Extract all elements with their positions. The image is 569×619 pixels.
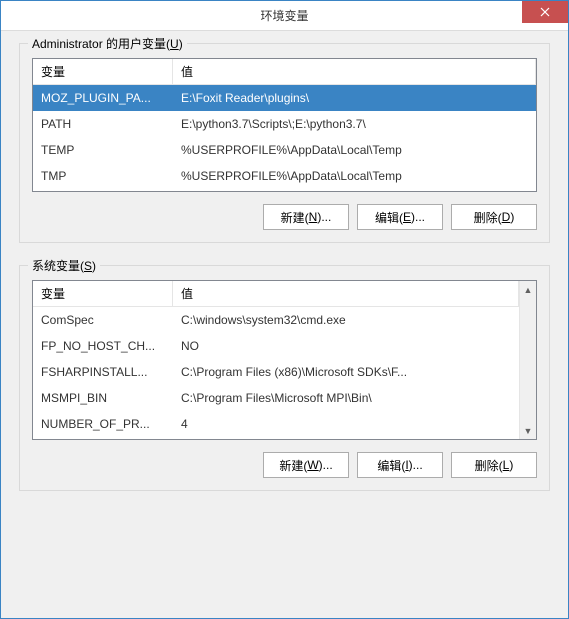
table-row[interactable]: MSMPI_BINC:\Program Files\Microsoft MPI\… xyxy=(33,385,519,411)
table-row[interactable]: NUMBER_OF_PR...4 xyxy=(33,411,519,437)
cell-var: NUMBER_OF_PR... xyxy=(33,413,173,435)
user-vars-buttons: 新建(N)... 编辑(E)... 删除(D) xyxy=(32,204,537,230)
cell-var: TMP xyxy=(33,165,173,187)
user-vars-title: Administrator 的用户变量(U) xyxy=(28,35,187,52)
sys-vars-body: ComSpecC:\windows\system32\cmd.exeFP_NO_… xyxy=(33,307,519,437)
user-vars-title-key: U xyxy=(170,37,179,51)
cell-var: FSHARPINSTALL... xyxy=(33,361,173,383)
cell-val: E:\Foxit Reader\plugins\ xyxy=(173,87,536,109)
cell-val: C:\Program Files (x86)\Microsoft SDKs\F.… xyxy=(173,361,519,383)
sys-delete-button[interactable]: 删除(L) xyxy=(451,452,537,478)
sys-vars-title-pre: 系统变量( xyxy=(32,259,84,273)
table-row[interactable]: FP_NO_HOST_CH...NO xyxy=(33,333,519,359)
user-edit-button[interactable]: 编辑(E)... xyxy=(357,204,443,230)
user-vars-listview[interactable]: 变量 值 MOZ_PLUGIN_PA...E:\Foxit Reader\plu… xyxy=(32,58,537,192)
sys-vars-header: 变量 值 xyxy=(33,281,519,307)
cell-var: TEMP xyxy=(33,139,173,161)
sys-vars-listview[interactable]: 变量 值 ComSpecC:\windows\system32\cmd.exeF… xyxy=(32,280,537,440)
table-row[interactable]: PATHE:\python3.7\Scripts\;E:\python3.7\ xyxy=(33,111,536,137)
cell-val: 4 xyxy=(173,413,519,435)
window-title: 环境变量 xyxy=(1,7,568,24)
user-vars-title-post: ) xyxy=(179,37,183,51)
col-header-val[interactable]: 值 xyxy=(173,59,536,84)
sys-vars-buttons: 新建(W)... 编辑(I)... 删除(L) xyxy=(32,452,537,478)
cell-val: C:\Program Files\Microsoft MPI\Bin\ xyxy=(173,387,519,409)
cell-val: NO xyxy=(173,335,519,357)
col-header-var[interactable]: 变量 xyxy=(33,281,173,306)
sys-vars-title: 系统变量(S) xyxy=(28,257,100,274)
sys-vars-title-post: ) xyxy=(92,259,96,273)
cell-val: E:\python3.7\Scripts\;E:\python3.7\ xyxy=(173,113,536,135)
cell-var: MSMPI_BIN xyxy=(33,387,173,409)
table-row[interactable]: ComSpecC:\windows\system32\cmd.exe xyxy=(33,307,519,333)
user-delete-button[interactable]: 删除(D) xyxy=(451,204,537,230)
cell-var: PATH xyxy=(33,113,173,135)
cell-val: %USERPROFILE%\AppData\Local\Temp xyxy=(173,139,536,161)
close-button[interactable] xyxy=(522,1,568,23)
titlebar: 环境变量 xyxy=(1,1,568,31)
dialog-content: Administrator 的用户变量(U) 变量 值 MOZ_PLUGIN_P… xyxy=(1,31,568,618)
scroll-down-icon[interactable]: ▼ xyxy=(522,424,535,437)
cell-val: C:\windows\system32\cmd.exe xyxy=(173,309,519,331)
table-row[interactable]: TEMP%USERPROFILE%\AppData\Local\Temp xyxy=(33,137,536,163)
table-row[interactable]: TMP%USERPROFILE%\AppData\Local\Temp xyxy=(33,163,536,189)
sys-vars-title-key: S xyxy=(84,259,92,273)
table-row[interactable]: FSHARPINSTALL...C:\Program Files (x86)\M… xyxy=(33,359,519,385)
user-vars-group: Administrator 的用户变量(U) 变量 值 MOZ_PLUGIN_P… xyxy=(19,43,550,243)
cell-val: %USERPROFILE%\AppData\Local\Temp xyxy=(173,165,536,187)
cell-var: ComSpec xyxy=(33,309,173,331)
sys-vars-group: 系统变量(S) 变量 值 ComSpecC:\windows\system32\… xyxy=(19,265,550,491)
col-header-val[interactable]: 值 xyxy=(173,281,519,306)
user-vars-header: 变量 值 xyxy=(33,59,536,85)
user-new-button[interactable]: 新建(N)... xyxy=(263,204,349,230)
col-header-var[interactable]: 变量 xyxy=(33,59,173,84)
sys-edit-button[interactable]: 编辑(I)... xyxy=(357,452,443,478)
sys-new-button[interactable]: 新建(W)... xyxy=(263,452,349,478)
scroll-up-icon[interactable]: ▲ xyxy=(522,283,535,296)
cell-var: MOZ_PLUGIN_PA... xyxy=(33,87,173,109)
sys-scrollbar[interactable]: ▲ ▼ xyxy=(519,281,536,439)
close-icon xyxy=(540,7,550,17)
table-row[interactable]: MOZ_PLUGIN_PA...E:\Foxit Reader\plugins\ xyxy=(33,85,536,111)
user-vars-body: MOZ_PLUGIN_PA...E:\Foxit Reader\plugins\… xyxy=(33,85,536,189)
user-vars-title-pre: Administrator 的用户变量( xyxy=(32,37,170,51)
cell-var: FP_NO_HOST_CH... xyxy=(33,335,173,357)
env-vars-dialog: 环境变量 Administrator 的用户变量(U) 变量 值 xyxy=(0,0,569,619)
